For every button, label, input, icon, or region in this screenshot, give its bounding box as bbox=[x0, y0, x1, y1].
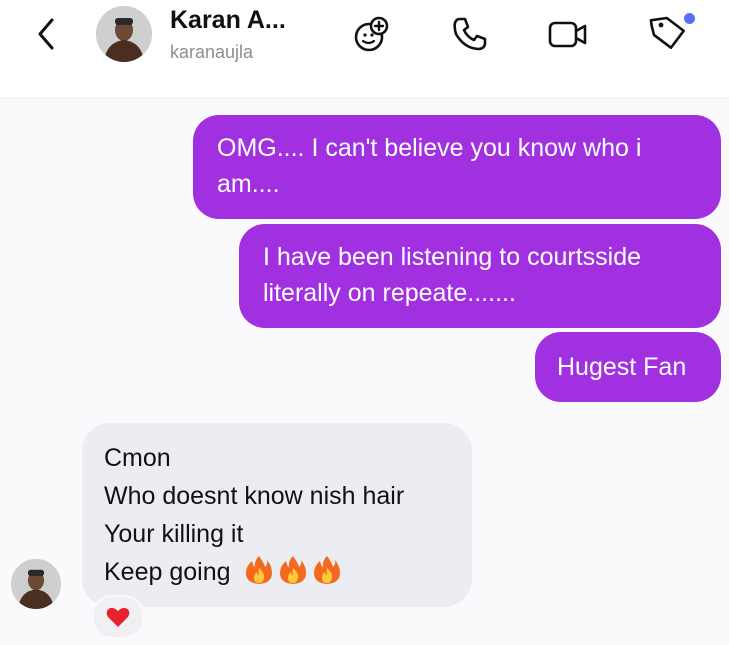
outgoing-message[interactable]: I have been listening to courtsside lite… bbox=[239, 224, 721, 328]
video-icon[interactable] bbox=[546, 12, 590, 56]
message-line: am.... bbox=[217, 170, 280, 198]
fire-emoji-group bbox=[239, 554, 341, 592]
message-line: I have been listening to courtsside bbox=[263, 243, 642, 271]
chat-thread[interactable]: OMG.... I can't believe you know who i a… bbox=[0, 99, 729, 645]
effects-icon[interactable] bbox=[350, 12, 394, 56]
message-line: literally on repeate....... bbox=[263, 279, 516, 307]
message-line: Hugest Fan bbox=[557, 353, 687, 381]
message-line: Cmon bbox=[104, 444, 171, 472]
message-text: Keep going bbox=[104, 558, 231, 586]
fire-icon bbox=[313, 556, 340, 585]
phone-icon[interactable] bbox=[448, 12, 492, 56]
outgoing-message[interactable]: Hugest Fan bbox=[535, 332, 721, 402]
message-line-with-emoji: Keep going bbox=[104, 553, 450, 592]
chat-header: Karan A... karanaujla bbox=[0, 0, 729, 99]
sender-avatar[interactable] bbox=[11, 559, 61, 609]
fire-icon bbox=[245, 556, 272, 585]
contact-avatar[interactable] bbox=[96, 6, 152, 62]
heart-icon bbox=[106, 607, 130, 627]
message-line: OMG.... I can't believe you know who i bbox=[217, 134, 642, 162]
back-arrow-icon[interactable] bbox=[30, 14, 62, 54]
message-line: Who doesnt know nish hair bbox=[104, 482, 405, 510]
contact-username[interactable]: karanaujla bbox=[170, 42, 253, 63]
contact-name[interactable]: Karan A... bbox=[170, 6, 286, 35]
notification-dot bbox=[684, 13, 695, 24]
fire-icon bbox=[279, 556, 306, 585]
heart-reaction[interactable] bbox=[92, 595, 144, 639]
outgoing-message[interactable]: OMG.... I can't believe you know who i a… bbox=[193, 115, 721, 219]
incoming-message[interactable]: Cmon Who doesnt know nish hair Your kill… bbox=[82, 423, 472, 607]
message-line: Your killing it bbox=[104, 520, 244, 548]
